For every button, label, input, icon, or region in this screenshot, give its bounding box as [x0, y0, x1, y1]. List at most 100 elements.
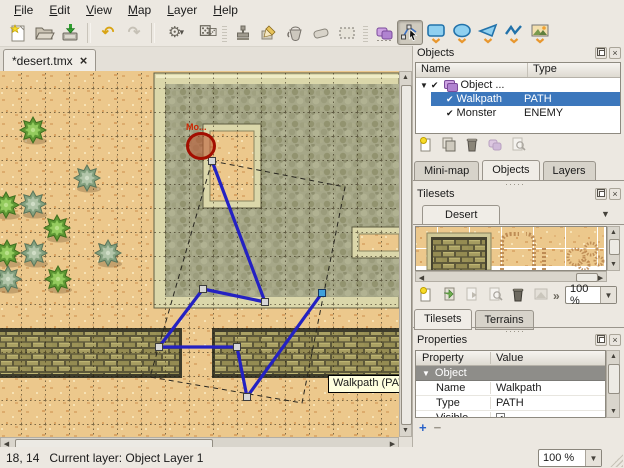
vertex-handle[interactable] — [244, 394, 251, 401]
rect-select-button[interactable] — [334, 20, 360, 45]
scroll-left-icon[interactable]: ◀ — [416, 272, 427, 283]
redo-button[interactable]: ↷ — [121, 20, 147, 45]
insert-rect-object-button[interactable] — [423, 20, 449, 45]
menu-view[interactable]: View — [78, 2, 120, 18]
terrain-brush-button[interactable] — [256, 20, 282, 45]
add-object-button[interactable] — [418, 136, 434, 152]
insert-polyline-object-button[interactable] — [501, 20, 527, 45]
vertex-handle[interactable] — [209, 158, 216, 165]
tab-minimap[interactable]: Mini-map — [414, 161, 479, 181]
random-mode-button[interactable]: ⚄⚂ — [193, 20, 219, 45]
close-tab-icon[interactable]: × — [80, 56, 88, 66]
scroll-down-icon[interactable]: ▼ — [608, 406, 619, 417]
tab-tilesets[interactable]: Tilesets — [414, 309, 472, 330]
tab-layers[interactable]: Layers — [543, 161, 596, 181]
property-group-object[interactable]: ▼Object — [416, 366, 605, 381]
embed-tileset-button[interactable] — [441, 286, 457, 302]
tree-row-object-layer[interactable]: ▼ ✔ Object ... — [416, 78, 620, 92]
tileset-zoom-combo[interactable]: 100 % ▼ — [565, 286, 617, 304]
menu-file[interactable]: File — [6, 2, 41, 18]
property-row-type[interactable]: Type PATH — [416, 396, 605, 411]
close-dock-icon[interactable]: × — [609, 188, 621, 200]
vertex-handle[interactable] — [262, 299, 269, 306]
float-dock-icon[interactable] — [595, 334, 607, 346]
menu-help[interactable]: Help — [205, 2, 246, 18]
export-tileset-button[interactable] — [464, 286, 480, 302]
checkbox-icon[interactable]: ✔ — [446, 94, 454, 105]
raise-object-button[interactable] — [487, 136, 503, 152]
float-dock-icon[interactable] — [595, 188, 607, 200]
close-dock-icon[interactable]: × — [609, 47, 621, 59]
map-zoom-combo[interactable]: 100 % ▼ — [538, 449, 602, 467]
tab-objects[interactable]: Objects — [482, 160, 539, 181]
combo-dropdown-icon[interactable]: ▼ — [585, 450, 601, 466]
checkbox-icon[interactable]: ✔ — [446, 108, 454, 119]
scrollbar-thumb[interactable] — [401, 85, 412, 425]
new-map-button[interactable] — [5, 20, 31, 45]
commands-button[interactable]: ⚙▾ — [159, 20, 193, 45]
vertex-handle[interactable] — [156, 344, 163, 351]
insert-polygon-object-button[interactable] — [475, 20, 501, 45]
eraser-button[interactable] — [308, 20, 334, 45]
new-tileset-button[interactable] — [418, 286, 434, 302]
tileset-vertical-scrollbar[interactable]: ▲ ▼ — [607, 226, 620, 271]
checkbox-icon[interactable]: ✔ — [431, 80, 439, 91]
property-value[interactable]: Walkpath — [491, 382, 605, 394]
edit-polygons-button[interactable] — [397, 20, 423, 45]
tab-desert-tmx[interactable]: *desert.tmx × — [3, 49, 96, 71]
scrollbar-thumb[interactable] — [609, 239, 620, 255]
properties-vertical-scrollbar[interactable]: ▲ ▼ — [606, 350, 620, 418]
map-view[interactable]: Mo... Walkpath (PATH) — [0, 71, 399, 437]
remove-property-button[interactable]: − — [434, 420, 442, 435]
tab-desert-tileset[interactable]: Desert — [422, 205, 500, 225]
scrollbar-thumb[interactable] — [576, 273, 598, 282]
stamp-brush-button[interactable] — [230, 20, 256, 45]
object-properties-button[interactable] — [510, 136, 526, 152]
insert-tile-object-button[interactable] — [527, 20, 553, 45]
scroll-down-icon[interactable]: ▼ — [400, 425, 411, 436]
tileset-view[interactable] — [415, 226, 607, 271]
remove-object-button[interactable] — [464, 136, 480, 152]
menu-map[interactable]: Map — [120, 2, 159, 18]
tileset-list-dropdown-icon[interactable]: ▼ — [601, 209, 610, 219]
vertex-handle[interactable] — [234, 344, 241, 351]
expander-icon[interactable]: ▼ — [422, 369, 430, 378]
scroll-up-icon[interactable]: ▲ — [608, 351, 619, 362]
close-dock-icon[interactable]: × — [609, 334, 621, 346]
scrollbar-thumb[interactable] — [608, 364, 620, 394]
edit-terrain-button[interactable] — [533, 286, 549, 302]
vertex-handle[interactable] — [319, 290, 326, 297]
save-map-button[interactable] — [57, 20, 83, 45]
select-objects-button[interactable] — [371, 20, 397, 45]
open-map-button[interactable] — [31, 20, 57, 45]
tileset-horizontal-scrollbar[interactable]: ◀ ▶ — [415, 271, 607, 282]
property-row-visible[interactable]: Visible ✔ — [416, 411, 605, 418]
undo-button[interactable]: ↶ — [95, 20, 121, 45]
bucket-fill-button[interactable] — [282, 20, 308, 45]
duplicate-object-button[interactable] — [441, 136, 457, 152]
monster-ellipse-object[interactable] — [188, 134, 215, 159]
add-property-button[interactable]: + — [419, 420, 427, 435]
map-vertical-scrollbar[interactable]: ▲ ▼ — [399, 71, 412, 437]
vertex-handle[interactable] — [200, 286, 207, 293]
expander-icon[interactable]: ▼ — [420, 81, 428, 90]
menu-layer[interactable]: Layer — [159, 2, 205, 18]
insert-ellipse-object-button[interactable] — [449, 20, 475, 45]
tree-row-walkpath[interactable]: ✔ Walkpath PATH — [431, 92, 620, 106]
menu-edit[interactable]: Edit — [41, 2, 78, 18]
combo-dropdown-icon[interactable]: ▼ — [600, 287, 616, 303]
splitter-grip[interactable]: ····· — [505, 182, 525, 186]
scroll-up-icon[interactable]: ▲ — [608, 227, 619, 238]
tileset-properties-button[interactable] — [487, 286, 503, 302]
property-row-name[interactable]: Name Walkpath — [416, 381, 605, 396]
property-value[interactable]: PATH — [491, 397, 605, 409]
visible-checkbox[interactable]: ✔ — [496, 413, 505, 418]
tree-row-monster[interactable]: ✔ Monster ENEMY — [416, 106, 620, 120]
splitter-grip[interactable]: ····· — [505, 329, 525, 333]
window-resize-grip[interactable] — [610, 454, 623, 467]
scroll-up-icon[interactable]: ▲ — [400, 72, 411, 83]
scroll-down-icon[interactable]: ▼ — [608, 259, 619, 270]
float-dock-icon[interactable] — [595, 47, 607, 59]
toolbar-overflow-icon[interactable]: » — [553, 289, 560, 303]
remove-tileset-button[interactable] — [510, 286, 526, 302]
